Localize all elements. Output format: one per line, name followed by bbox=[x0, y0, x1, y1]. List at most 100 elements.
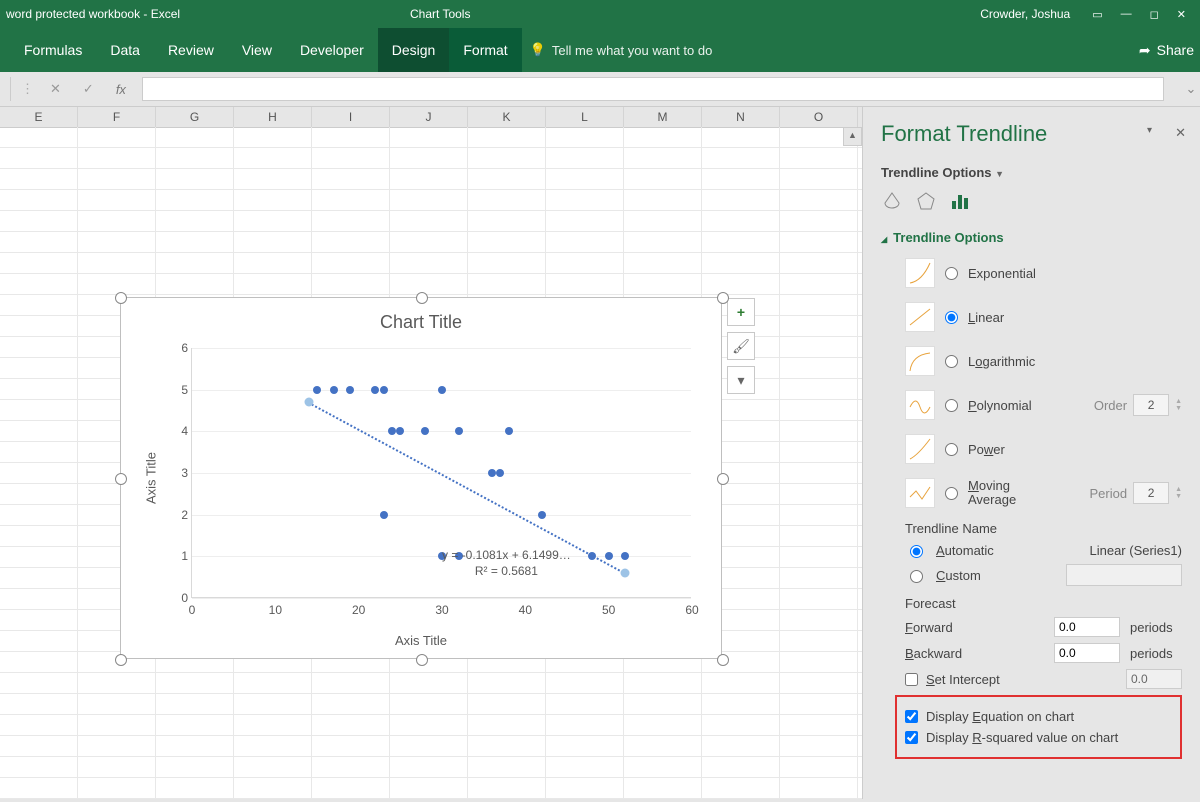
selection-handle[interactable] bbox=[416, 654, 428, 666]
maximize-icon[interactable]: ◻ bbox=[1150, 8, 1159, 21]
radio-moving-average[interactable] bbox=[945, 487, 958, 500]
y-axis-title[interactable]: Axis Title bbox=[144, 452, 159, 504]
tab-design[interactable]: Design bbox=[378, 28, 450, 72]
opt-linear[interactable]: Linear bbox=[905, 299, 1182, 335]
col-header[interactable]: J bbox=[390, 107, 468, 127]
forward-input[interactable] bbox=[1054, 617, 1120, 637]
data-point[interactable] bbox=[621, 552, 629, 560]
data-point[interactable] bbox=[455, 427, 463, 435]
formula-expand-icon[interactable]: ⌄ bbox=[1182, 81, 1200, 97]
tab-formulas[interactable]: Formulas bbox=[10, 28, 96, 72]
formula-input[interactable] bbox=[142, 77, 1164, 101]
order-spinner[interactable]: ▲▼ bbox=[1175, 398, 1182, 412]
selection-handle[interactable] bbox=[717, 654, 729, 666]
chart-object[interactable]: Chart Title Axis Title Axis Title 012345… bbox=[120, 297, 722, 659]
effects-icon[interactable] bbox=[915, 190, 937, 212]
radio-custom[interactable] bbox=[910, 570, 923, 583]
chart-tools-label: Chart Tools bbox=[380, 0, 500, 28]
trendline-options-section[interactable]: Trendline Options bbox=[881, 230, 1182, 245]
opt-power[interactable]: Power bbox=[905, 431, 1182, 467]
col-header[interactable]: E bbox=[0, 107, 78, 127]
chart-styles-button[interactable]: 🖌 bbox=[727, 332, 755, 360]
col-header[interactable]: G bbox=[156, 107, 234, 127]
data-point[interactable] bbox=[396, 427, 404, 435]
data-point[interactable] bbox=[330, 386, 338, 394]
tab-review[interactable]: Review bbox=[154, 28, 228, 72]
minimize-icon[interactable]: — bbox=[1121, 8, 1132, 20]
enter-button[interactable]: ✓ bbox=[77, 81, 100, 97]
close-icon[interactable]: ✕ bbox=[1177, 8, 1186, 21]
window-buttons: ▭ — ◻ ✕ bbox=[1078, 8, 1200, 21]
data-point[interactable] bbox=[538, 511, 546, 519]
set-intercept-value[interactable]: 0.0 bbox=[1126, 669, 1182, 689]
selection-handle[interactable] bbox=[416, 292, 428, 304]
custom-name-input[interactable] bbox=[1066, 564, 1182, 586]
radio-linear[interactable] bbox=[945, 311, 958, 324]
data-point[interactable] bbox=[313, 386, 321, 394]
scroll-up-button[interactable]: ▲ bbox=[843, 127, 862, 146]
data-point[interactable] bbox=[505, 427, 513, 435]
opt-exponential[interactable]: Exponential bbox=[905, 255, 1182, 291]
fx-button[interactable]: fx bbox=[110, 82, 132, 97]
trendline-options-icon[interactable] bbox=[949, 190, 971, 212]
backward-input[interactable] bbox=[1054, 643, 1120, 663]
opt-moving-average[interactable]: MovingAverage Period ▲▼ bbox=[905, 475, 1182, 511]
col-header[interactable]: N bbox=[702, 107, 780, 127]
plot-area[interactable]: 01234560102030405060y = -0.1081x + 6.149… bbox=[191, 348, 691, 598]
selection-handle[interactable] bbox=[115, 473, 127, 485]
period-spinner[interactable]: ▲▼ bbox=[1175, 486, 1182, 500]
pane-close-icon[interactable]: ✕ bbox=[1175, 125, 1186, 141]
chart-filters-button[interactable]: ▾ bbox=[727, 366, 755, 394]
radio-polynomial[interactable] bbox=[945, 399, 958, 412]
radio-power[interactable] bbox=[945, 443, 958, 456]
col-header[interactable]: L bbox=[546, 107, 624, 127]
period-input[interactable] bbox=[1133, 482, 1169, 504]
data-point[interactable] bbox=[371, 386, 379, 394]
data-point[interactable] bbox=[346, 386, 354, 394]
cancel-button[interactable]: ✕ bbox=[44, 81, 67, 97]
col-header[interactable]: H bbox=[234, 107, 312, 127]
selection-handle[interactable] bbox=[717, 473, 729, 485]
radio-automatic[interactable] bbox=[910, 545, 923, 558]
tell-me[interactable]: 💡 Tell me what you want to do bbox=[522, 42, 713, 58]
automatic-value: Linear (Series1) bbox=[1090, 543, 1183, 558]
data-point[interactable] bbox=[380, 511, 388, 519]
opt-polynomial[interactable]: Polynomial Order ▲▼ bbox=[905, 387, 1182, 423]
radio-exponential[interactable] bbox=[945, 267, 958, 280]
col-header[interactable]: O bbox=[780, 107, 858, 127]
selection-handle[interactable] bbox=[115, 654, 127, 666]
data-point[interactable] bbox=[388, 427, 396, 435]
tab-view[interactable]: View bbox=[228, 28, 286, 72]
worksheet-grid[interactable]: E F G H I J K L M N O ▲ Chart Title Axis… bbox=[0, 107, 862, 799]
fill-line-icon[interactable] bbox=[881, 190, 903, 212]
data-point[interactable] bbox=[496, 469, 504, 477]
data-point[interactable] bbox=[438, 386, 446, 394]
data-point[interactable] bbox=[605, 552, 613, 560]
chart-elements-button[interactable]: + bbox=[727, 298, 755, 326]
check-set-intercept[interactable] bbox=[905, 673, 918, 686]
check-display-r-squared[interactable] bbox=[905, 731, 918, 744]
selection-handle[interactable] bbox=[717, 292, 729, 304]
selection-handle[interactable] bbox=[115, 292, 127, 304]
data-point[interactable] bbox=[421, 427, 429, 435]
pane-subhead[interactable]: Trendline Options ▼ bbox=[881, 165, 1182, 180]
opt-logarithmic[interactable]: Logarithmic bbox=[905, 343, 1182, 379]
col-header[interactable]: I bbox=[312, 107, 390, 127]
data-point[interactable] bbox=[380, 386, 388, 394]
tab-data[interactable]: Data bbox=[96, 28, 154, 72]
share-button[interactable]: ➦ Share bbox=[1139, 42, 1200, 59]
col-header[interactable]: K bbox=[468, 107, 546, 127]
radio-logarithmic[interactable] bbox=[945, 355, 958, 368]
tab-format[interactable]: Format bbox=[449, 28, 521, 72]
chart-title[interactable]: Chart Title bbox=[121, 312, 721, 333]
check-display-equation[interactable] bbox=[905, 710, 918, 723]
tab-developer[interactable]: Developer bbox=[286, 28, 378, 72]
ribbon-display-icon[interactable]: ▭ bbox=[1092, 8, 1102, 21]
pane-options-icon[interactable]: ▾ bbox=[1147, 125, 1152, 136]
x-axis-title[interactable]: Axis Title bbox=[121, 633, 721, 648]
col-header[interactable]: M bbox=[624, 107, 702, 127]
col-header[interactable]: F bbox=[78, 107, 156, 127]
data-point[interactable] bbox=[488, 469, 496, 477]
order-input[interactable] bbox=[1133, 394, 1169, 416]
trendline-equation[interactable]: y = -0.1081x + 6.1499…R² = 0.5681 bbox=[442, 548, 571, 579]
